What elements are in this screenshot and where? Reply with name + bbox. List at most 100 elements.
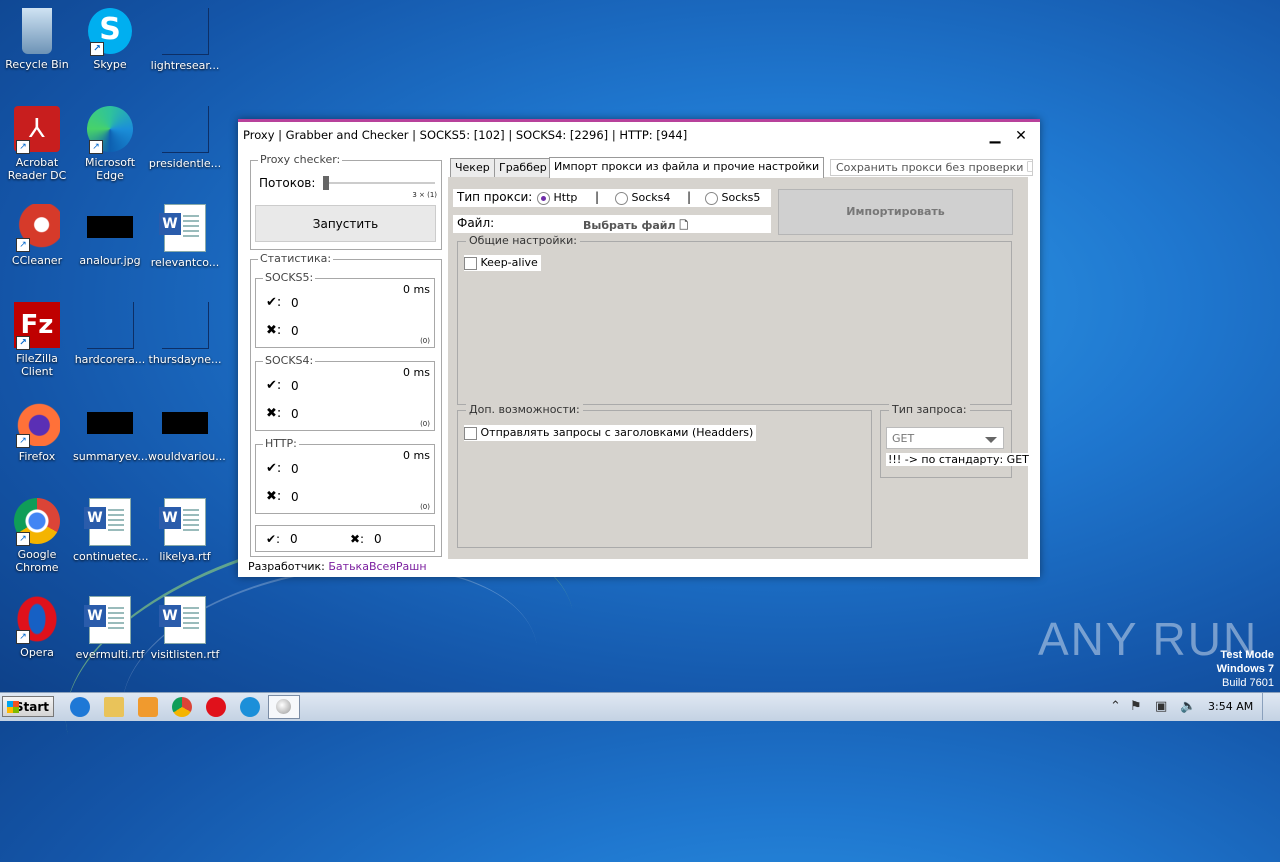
- image-file-icon: [87, 412, 133, 434]
- choose-file-button[interactable]: Выбрать файл 🗋: [583, 217, 688, 236]
- keepalive-checkbox[interactable]: [464, 256, 477, 270]
- threads-value: 3 × (1): [412, 191, 437, 199]
- radio-socks5-label: Socks5: [721, 191, 761, 204]
- opera-icon[interactable]: [206, 697, 226, 717]
- desktop-icon-file[interactable]: thursdayne...: [148, 302, 222, 366]
- radio-socks4[interactable]: Socks4: [615, 191, 670, 205]
- desktop-icon-label: CCleaner: [11, 254, 63, 267]
- threads-slider-thumb[interactable]: [323, 176, 329, 190]
- desktop-icon-recycle-bin[interactable]: Recycle Bin: [0, 8, 74, 71]
- word-document-icon: [159, 204, 206, 252]
- desktop-icon-image-file[interactable]: wouldvariou...: [148, 400, 226, 463]
- stat-ok-value: 0: [291, 379, 299, 393]
- file-row: Файл: Выбрать файл 🗋: [453, 215, 771, 233]
- developer-link[interactable]: БатькаВсеяРашн: [328, 560, 426, 573]
- stat-bad-value: 0: [291, 407, 299, 421]
- chevron-down-icon[interactable]: [985, 437, 997, 443]
- shortcut-arrow-icon: ↗: [16, 336, 30, 350]
- file-icon: [161, 106, 209, 153]
- radio-socks5[interactable]: Socks5: [705, 191, 760, 205]
- stat-small-count: (0): [420, 503, 430, 511]
- start-button-taskbar[interactable]: Start: [2, 696, 54, 717]
- minimize-button[interactable]: ▁: [982, 124, 1008, 148]
- threads-slider-track[interactable]: [323, 182, 435, 184]
- desktop-icon-file[interactable]: presidentle...: [148, 106, 222, 170]
- stat-bad-value: 0: [291, 324, 299, 338]
- desktop-icon-image-file[interactable]: summaryev...: [73, 400, 148, 463]
- stat-bad-value: 0: [291, 490, 299, 504]
- start-button[interactable]: Запустить: [255, 205, 436, 242]
- desktop-icon-label: evermulti.rtf: [75, 648, 145, 661]
- desktop-icon-chrome[interactable]: ↗ Google Chrome: [0, 498, 74, 574]
- proxy-type-label: Тип прокси:: [457, 190, 533, 204]
- show-desktop-button[interactable]: [1262, 693, 1279, 720]
- desktop-icon-label: visitlisten.rtf: [150, 648, 220, 661]
- media-player-icon[interactable]: [138, 697, 158, 717]
- clock[interactable]: 3:54 AM: [1208, 700, 1253, 713]
- desktop-icon-word-doc[interactable]: visitlisten.rtf: [148, 596, 222, 661]
- volume-icon[interactable]: 🔈: [1180, 699, 1196, 714]
- firefox-icon: ↗: [14, 400, 60, 448]
- edge-icon[interactable]: [240, 697, 260, 717]
- build-line: Build 7601: [1222, 677, 1274, 689]
- desktop-icon-filezilla[interactable]: Fz ↗ FileZilla Client: [0, 302, 74, 378]
- request-type-hint: !!! -> по стандарту: GET: [886, 453, 1031, 466]
- chevron-up-icon[interactable]: ⌃: [1110, 699, 1121, 714]
- headers-option[interactable]: Отправлять запросы с заголовками (Headde…: [464, 425, 757, 441]
- type-separator: |: [595, 190, 600, 204]
- explorer-icon[interactable]: [104, 697, 124, 717]
- desktop-icon-label: hardcorera...: [74, 353, 146, 366]
- desktop-icon-label: thursdayne...: [148, 353, 222, 366]
- test-mode-line: Test Mode: [1220, 649, 1274, 661]
- desktop-icon-firefox[interactable]: ↗ Firefox: [0, 400, 74, 463]
- desktop-icon-word-doc[interactable]: likelya.rtf: [148, 498, 222, 563]
- save-without-check-button[interactable]: Сохранить прокси без проверки 🗋: [830, 159, 1033, 176]
- shortcut-arrow-icon: ↗: [16, 434, 30, 448]
- word-document-icon: [84, 596, 131, 644]
- import-button[interactable]: Импортировать: [778, 189, 1013, 235]
- desktop-icon-label: Google Chrome: [15, 548, 59, 574]
- chrome-icon[interactable]: [172, 697, 192, 717]
- headers-checkbox[interactable]: [464, 426, 477, 440]
- tab-checker[interactable]: Чекер: [450, 158, 495, 177]
- desktop-icon-label: Recycle Bin: [5, 58, 69, 71]
- desktop-icon-ccleaner[interactable]: ↗ CCleaner: [0, 204, 74, 267]
- stat-bad-mark: ✖:: [266, 406, 282, 421]
- os-name-line: Windows 7: [1216, 663, 1274, 675]
- total-ok-mark: ✔:: [266, 532, 281, 546]
- desktop-icon-word-doc[interactable]: evermulti.rtf: [73, 596, 147, 661]
- stat-ok-value: 0: [291, 296, 299, 310]
- ie-icon[interactable]: [70, 697, 90, 717]
- stat-small-count: (0): [420, 420, 430, 428]
- taskbar-app-button[interactable]: [268, 695, 300, 719]
- close-button[interactable]: ✕: [1008, 124, 1034, 148]
- stat-ok-mark: ✔:: [266, 378, 282, 393]
- desktop-icon-acrobat[interactable]: ⅄ ↗ Acrobat Reader DC: [0, 106, 74, 182]
- desktop-icon-image-file[interactable]: analour.jpg: [73, 204, 147, 267]
- opera-icon: ↗: [14, 596, 60, 644]
- desktop-icon-skype[interactable]: S ↗ Skype: [73, 8, 147, 71]
- keepalive-option[interactable]: Keep-alive: [464, 255, 541, 271]
- window-titlebar[interactable]: Proxy | Grabber and Checker | SOCKS5: [1…: [238, 122, 1040, 150]
- desktop-icon-edge[interactable]: ↗ Microsoft Edge: [73, 106, 147, 182]
- desktop-icon-label: Acrobat Reader DC: [7, 156, 67, 182]
- flag-icon[interactable]: ⚑: [1130, 699, 1142, 714]
- radio-socks4-indicator[interactable]: [615, 191, 628, 205]
- desktop-icon-word-doc[interactable]: continuetec...: [73, 498, 148, 563]
- radio-http[interactable]: Http: [537, 191, 577, 205]
- desktop-icon-file[interactable]: hardcorera...: [73, 302, 147, 366]
- radio-socks5-indicator[interactable]: [705, 191, 718, 205]
- shortcut-arrow-icon: ↗: [90, 42, 104, 56]
- desktop-icon-file[interactable]: lightresear...: [148, 8, 222, 72]
- request-type-select[interactable]: GET: [886, 427, 1004, 449]
- tab-import-settings[interactable]: Импорт прокси из файла и прочие настройк…: [549, 157, 825, 178]
- taskbar: Start ⌃ ⚑ ▣ 🔈 3:54 AM: [0, 692, 1280, 721]
- desktop-icon-opera[interactable]: ↗ Opera: [0, 596, 74, 659]
- network-icon[interactable]: ▣: [1155, 699, 1167, 714]
- radio-http-indicator[interactable]: [537, 191, 550, 205]
- stat-ok-value: 0: [291, 462, 299, 476]
- desktop-icon-word-doc[interactable]: relevantco...: [148, 204, 222, 269]
- stat-bad-mark: ✖:: [266, 323, 282, 338]
- request-type-group: Тип запроса: GET !!! -> по стандарту: GE…: [880, 403, 1031, 478]
- tab-grabber[interactable]: Граббер: [494, 158, 552, 177]
